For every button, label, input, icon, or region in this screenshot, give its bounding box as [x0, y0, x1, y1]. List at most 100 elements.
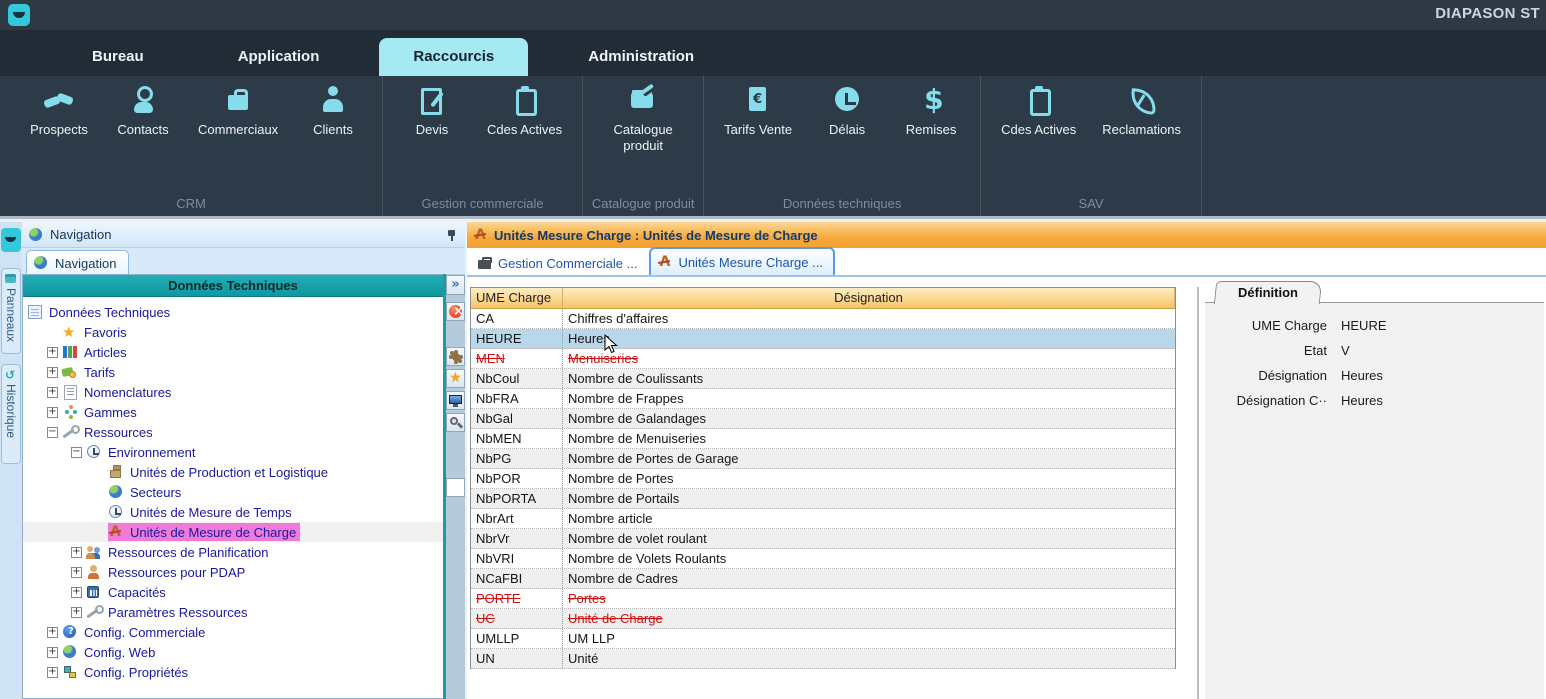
table-row[interactable]: NbrVr Nombre de volet roulant — [471, 529, 1175, 549]
tree-item[interactable]: Config. Web — [23, 642, 443, 662]
table-row[interactable]: NbFRA Nombre de Frappes — [471, 389, 1175, 409]
document-tab[interactable]: Gestion Commerciale ... — [471, 251, 647, 275]
ribbon-tab[interactable]: Application — [204, 38, 354, 76]
vertical-splitter[interactable] — [1197, 287, 1199, 699]
dock-logo-icon[interactable] — [1, 228, 21, 252]
tree-item[interactable]: Ressources — [23, 422, 443, 442]
collapse-panel-button[interactable]: » — [446, 275, 465, 295]
tree-item[interactable]: Données Techniques — [23, 302, 443, 322]
ribbon-button[interactable]: Cdes Actives — [487, 85, 562, 138]
tree-node[interactable]: Données Techniques — [27, 303, 174, 321]
tab-navigation[interactable]: Navigation — [26, 250, 129, 275]
tree-node[interactable]: Unités de Production et Logistique — [108, 463, 332, 481]
column-header-ume-charge[interactable]: UME Charge — [471, 288, 563, 308]
side-tab-panneaux[interactable]: Panneaux — [1, 268, 21, 354]
expander-icon[interactable] — [47, 407, 58, 418]
expander-icon[interactable] — [71, 447, 82, 458]
tree-node[interactable]: Environnement — [86, 443, 199, 461]
expander-icon[interactable] — [47, 427, 58, 438]
table-row[interactable]: NbPG Nombre de Portes de Garage — [471, 449, 1175, 469]
expander-icon[interactable] — [47, 347, 58, 358]
ribbon-button[interactable]: Contacts — [114, 85, 172, 138]
tree-node[interactable]: Config. Propriétés — [62, 663, 192, 681]
ribbon-button[interactable]: Clients — [304, 85, 362, 138]
expander-icon[interactable] — [47, 647, 58, 658]
tree-item[interactable]: Articles — [23, 342, 443, 362]
tree-item[interactable]: Environnement — [23, 442, 443, 462]
table-row[interactable]: UMLLP UM LLP — [471, 629, 1175, 649]
table-row[interactable]: HEURE Heures — [471, 329, 1175, 349]
tree-node[interactable]: Unités de Mesure de Charge — [108, 523, 300, 541]
table-row[interactable]: PORTE Portes — [471, 589, 1175, 609]
ribbon-button[interactable]: Catalogue produit — [603, 85, 683, 153]
ribbon-button[interactable]: Remises — [902, 85, 960, 138]
tree-item[interactable]: Ressources pour PDAP — [23, 562, 443, 582]
expander-icon[interactable] — [47, 627, 58, 638]
tree-item[interactable]: Secteurs — [23, 482, 443, 502]
table-row[interactable]: NbPORTA Nombre de Portails — [471, 489, 1175, 509]
tree-node[interactable]: Paramètres Ressources — [86, 603, 251, 621]
expander-icon[interactable] — [71, 547, 82, 558]
expander-icon[interactable] — [47, 667, 58, 678]
app-logo-icon[interactable] — [8, 4, 30, 26]
ribbon-button[interactable]: Devis — [403, 85, 461, 138]
tree-item[interactable]: Unités de Mesure de Temps — [23, 502, 443, 522]
tree-toolbar-button[interactable] — [446, 413, 465, 432]
pin-icon[interactable] — [445, 228, 459, 242]
table-row[interactable]: UC Unité de Charge — [471, 609, 1175, 629]
ribbon-button[interactable]: Cdes Actives — [1001, 85, 1076, 138]
ribbon-tab[interactable]: Administration — [554, 38, 728, 76]
tree-toolbar-button[interactable] — [446, 391, 465, 410]
tree-node[interactable]: Nomenclatures — [62, 383, 175, 401]
table-row[interactable]: NbrArt Nombre article — [471, 509, 1175, 529]
table-row[interactable]: NCaFBI Nombre de Cadres — [471, 569, 1175, 589]
table-row[interactable]: NbVRI Nombre de Volets Roulants — [471, 549, 1175, 569]
ribbon-tab[interactable]: Raccourcis — [379, 38, 528, 76]
table-row[interactable]: NbMEN Nombre de Menuiseries — [471, 429, 1175, 449]
expander-icon[interactable] — [71, 587, 82, 598]
tree-node[interactable]: Tarifs — [62, 363, 119, 381]
tree-item[interactable]: Nomenclatures — [23, 382, 443, 402]
tree-item[interactable]: Unités de Mesure de Charge — [23, 522, 443, 542]
tree-toolbar-button[interactable] — [446, 347, 465, 366]
side-tab-historique[interactable]: Historique — [1, 364, 21, 464]
tree-node[interactable]: Gammes — [62, 403, 141, 421]
table-row[interactable]: NbGal Nombre de Galandages — [471, 409, 1175, 429]
table-row[interactable]: MEN Menuiseries — [471, 349, 1175, 369]
expander-icon[interactable] — [47, 367, 58, 378]
table-row[interactable]: NbCoul Nombre de Coulissants — [471, 369, 1175, 389]
ribbon-button[interactable]: Prospects — [30, 85, 88, 138]
expander-icon[interactable] — [71, 607, 82, 618]
tree-item[interactable]: Config. Propriétés — [23, 662, 443, 682]
ribbon-button[interactable]: Délais — [818, 85, 876, 138]
tree-toolbar-button[interactable] — [446, 302, 465, 321]
tree-node[interactable]: Ressources pour PDAP — [86, 563, 249, 581]
table-row[interactable]: NbPOR Nombre de Portes — [471, 469, 1175, 489]
tree-item[interactable]: Config. Commerciale — [23, 622, 443, 642]
tree-item[interactable]: Paramètres Ressources — [23, 602, 443, 622]
tree-node[interactable]: Secteurs — [108, 483, 185, 501]
tree-item[interactable]: Tarifs — [23, 362, 443, 382]
tree-toolbar-button[interactable] — [446, 369, 465, 388]
table-row[interactable]: UN Unité — [471, 649, 1175, 669]
expander-icon[interactable] — [47, 387, 58, 398]
tree-item[interactable]: Unités de Production et Logistique — [23, 462, 443, 482]
tree-node[interactable]: Unités de Mesure de Temps — [108, 503, 296, 521]
column-header-designation[interactable]: Désignation — [563, 288, 1175, 308]
tree-node[interactable]: Ressources de Planification — [86, 543, 272, 561]
tree-item[interactable]: Favoris — [23, 322, 443, 342]
tab-definition[interactable]: Définition — [1214, 281, 1322, 304]
tree-node[interactable]: Config. Commerciale — [62, 623, 209, 641]
tree-item[interactable]: Gammes — [23, 402, 443, 422]
tree-node[interactable]: Capacités — [86, 583, 170, 601]
ribbon-tab[interactable]: Bureau — [58, 38, 178, 76]
tree-node[interactable]: Articles — [62, 343, 131, 361]
tree-node[interactable]: Config. Web — [62, 643, 159, 661]
tree-toolbar-button[interactable]: 21 — [446, 478, 465, 497]
document-tab[interactable]: Unités Mesure Charge ... — [649, 247, 835, 275]
tree-item[interactable]: Capacités — [23, 582, 443, 602]
ribbon-button[interactable]: Tarifs Vente — [724, 85, 792, 138]
expander-icon[interactable] — [71, 567, 82, 578]
ribbon-button[interactable]: Commerciaux — [198, 85, 278, 138]
tree-item[interactable]: Ressources de Planification — [23, 542, 443, 562]
